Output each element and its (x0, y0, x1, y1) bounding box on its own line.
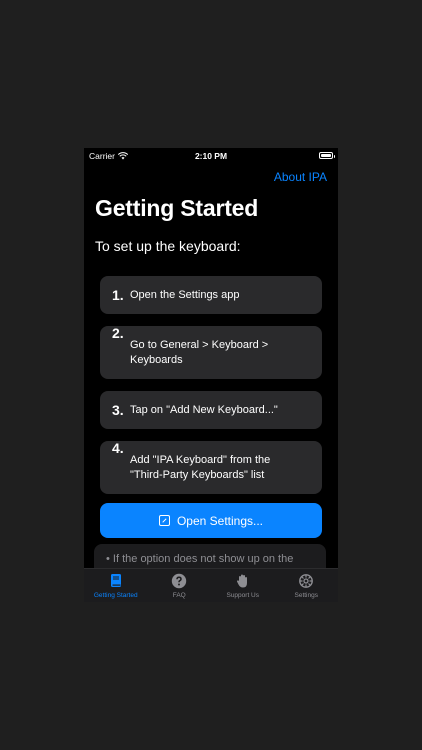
app-screen: Carrier 2:10 PM About IPA Getting Starte… (84, 148, 338, 602)
tab-label: FAQ (172, 592, 186, 599)
battery-icon (319, 152, 335, 159)
step-card-4: 4. Add "IPA Keyboard" from the "Third-Pa… (100, 440, 322, 494)
status-time: 2:10 PM (194, 151, 228, 161)
step-text: Open the Settings app (130, 288, 240, 301)
status-bar: Carrier 2:10 PM (84, 148, 338, 164)
hand-wave-icon (236, 574, 247, 588)
step-card-3: 3. Tap on "Add New Keyboard..." (100, 391, 322, 429)
open-settings-button[interactable]: Open Settings... (100, 503, 322, 538)
note-text: If the option does not show up on the (112, 553, 294, 565)
tab-label: Getting Started (93, 592, 138, 599)
step-text: Add "IPA Keyboard" from the "Third-Party… (130, 453, 271, 481)
open-settings-label: Open Settings... (176, 513, 264, 528)
tab-label: Settings (294, 592, 319, 599)
step-text: Tap on "Add New Keyboard..." (130, 403, 278, 416)
step-text: Go to General > Keyboard > Keyboards (130, 338, 269, 366)
book-icon (110, 574, 121, 587)
tab-bar: Getting Started FAQ Support Us Settings (84, 568, 338, 602)
tab-label: Support Us (226, 592, 260, 599)
step-card-2: 2. Go to General > Keyboard > Keyboards (100, 325, 322, 379)
step-number: 3. (112, 402, 124, 418)
setup-subtitle: To set up the keyboard: (95, 238, 241, 254)
external-link-icon (158, 515, 170, 526)
note-bullet: • (106, 553, 110, 565)
tab-support-us[interactable]: Support Us (211, 569, 275, 602)
tab-getting-started[interactable]: Getting Started (84, 569, 148, 602)
question-circle-icon (172, 573, 187, 589)
tab-settings[interactable]: Settings (275, 569, 339, 602)
step-number: 1. (112, 287, 124, 303)
tab-faq[interactable]: FAQ (148, 569, 212, 602)
step-card-1: 1. Open the Settings app (100, 276, 322, 314)
gear-icon (299, 574, 314, 588)
step-number: 2. (112, 325, 124, 341)
step-number: 4. (112, 440, 124, 456)
about-ipa-link[interactable]: About IPA (274, 170, 327, 184)
page-title: Getting Started (95, 195, 259, 221)
